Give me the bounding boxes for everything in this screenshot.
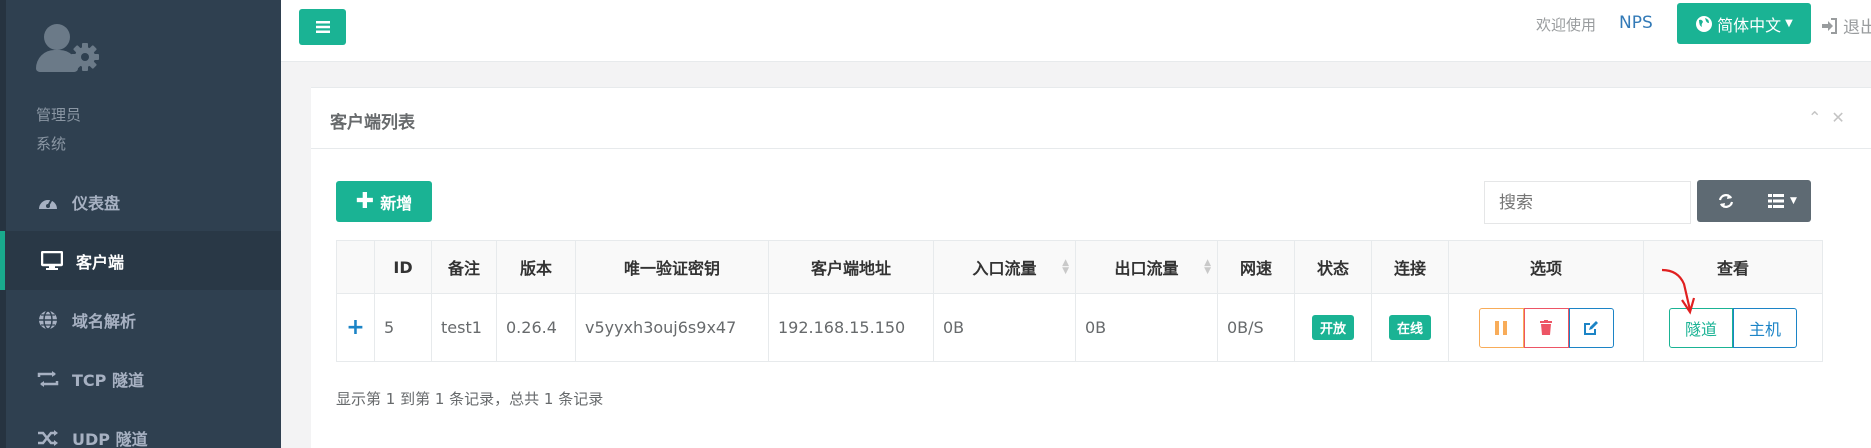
panel-tools: ⌃ ✕: [1808, 108, 1845, 127]
column-header-remark[interactable]: 备注: [431, 240, 497, 294]
trash-icon: [1540, 320, 1552, 335]
top-navbar: 欢迎使用 NPS 简体中文 ▼ 退出: [281, 0, 1871, 62]
sidebar-item-tcp[interactable]: TCP 隧道: [0, 349, 281, 408]
column-header-label: 出口流量: [1114, 259, 1179, 278]
cell-rate: 0B/S: [1217, 293, 1295, 362]
random-icon: [36, 427, 60, 448]
cell-vkey: v5yyxh3ouj6s9x47: [575, 293, 769, 362]
table-row: + 5 test1 0.26.4 v5yyxh3ouj6s9x47 192.16…: [336, 293, 1823, 362]
column-header-rate[interactable]: 网速: [1217, 240, 1295, 294]
sidebar-item-label: UDP 隧道: [72, 429, 148, 448]
refresh-button[interactable]: [1697, 180, 1754, 222]
add-client-button[interactable]: ✚ 新增: [336, 181, 432, 222]
edit-button[interactable]: [1568, 307, 1614, 348]
status-badge: 开放: [1311, 315, 1354, 340]
logout-link[interactable]: 退出: [1821, 13, 1871, 38]
column-header-status[interactable]: 状态: [1294, 240, 1372, 294]
profile[interactable]: 管理员 系统: [36, 22, 100, 154]
hamburger-icon: [315, 21, 330, 33]
language-dropdown[interactable]: 简体中文 ▼: [1677, 3, 1811, 44]
cell-options: [1448, 293, 1644, 362]
globe-icon: [36, 309, 60, 331]
client-table: ID 备注 版本 唯一验证密钥 客户端地址 入口流量 ▲ ▼ 出口流量 ▲ ▼ 网速…: [336, 240, 1823, 362]
view-host-button[interactable]: 主机: [1733, 307, 1798, 348]
column-header-inlet-flow[interactable]: 入口流量 ▲ ▼: [933, 240, 1076, 294]
desktop-icon: [40, 250, 64, 272]
column-header-label: 入口流量: [972, 259, 1037, 278]
sidebar-item-label: 客户端: [76, 252, 125, 272]
sign-in-icon: [1822, 17, 1837, 34]
column-header-options[interactable]: 选项: [1448, 240, 1644, 294]
pagination-info: 显示第 1 到第 1 条记录，总共 1 条记录: [336, 390, 604, 408]
column-header-id[interactable]: ID: [374, 240, 432, 294]
cell-export-flow: 0B: [1075, 293, 1218, 362]
sidebar-item-label: TCP 隧道: [72, 370, 144, 390]
language-label: 简体中文: [1717, 15, 1782, 35]
sidebar-item-domain[interactable]: 域名解析: [0, 290, 281, 349]
column-header-connect[interactable]: 连接: [1371, 240, 1449, 294]
cell-inlet-flow: 0B: [933, 293, 1076, 362]
cell-version: 0.26.4: [496, 293, 576, 362]
cell-remark: test1: [431, 293, 497, 362]
panel-divider: [311, 148, 1871, 149]
annotation-arrow-icon: [1661, 268, 1696, 315]
sidebar-item-udp[interactable]: UDP 隧道: [0, 408, 281, 448]
brand-link[interactable]: NPS: [1619, 13, 1653, 33]
sidebar: 管理员 系统 仪表盘 客户端 域名解析 TCP 隧道 UDP 隧道: [0, 0, 281, 448]
panel-title: 客户端列表: [330, 113, 415, 133]
connection-badge: 在线: [1388, 315, 1431, 340]
column-header-address[interactable]: 客户端地址: [768, 240, 934, 294]
sidebar-item-clients[interactable]: 客户端: [0, 231, 281, 290]
add-label: 新增: [380, 193, 413, 213]
cell-id: 5: [374, 293, 432, 362]
menu-toggle-button[interactable]: [299, 9, 346, 45]
cell-connect: 在线: [1371, 293, 1449, 362]
sort-icon: ▲ ▼: [1062, 258, 1069, 276]
dashboard-icon: [36, 191, 60, 213]
edit-icon: [1584, 320, 1598, 335]
pause-button[interactable]: [1478, 307, 1524, 348]
caret-down-icon: ▼: [1790, 196, 1797, 206]
logout-label: 退出: [1843, 18, 1871, 38]
column-header-export-flow[interactable]: 出口流量 ▲ ▼: [1075, 240, 1218, 294]
refresh-icon: [1718, 194, 1733, 208]
expand-row-icon[interactable]: +: [336, 293, 375, 362]
table-toolbar: ▼: [1697, 180, 1811, 222]
close-icon[interactable]: ✕: [1831, 108, 1844, 127]
caret-down-icon: ▼: [1785, 18, 1793, 29]
columns-dropdown-button[interactable]: ▼: [1754, 180, 1811, 222]
collapse-icon[interactable]: ⌃: [1808, 108, 1821, 127]
profile-name: 管理员: [36, 106, 82, 124]
welcome-text: 欢迎使用: [1536, 16, 1597, 34]
profile-role: 系统: [36, 135, 67, 153]
user-gear-icon: [36, 22, 100, 78]
search-input[interactable]: [1484, 181, 1691, 224]
sidebar-nav: 仪表盘 客户端 域名解析 TCP 隧道 UDP 隧道: [0, 172, 281, 448]
cell-address: 192.168.15.150: [768, 293, 934, 362]
sidebar-item-label: 仪表盘: [72, 193, 121, 213]
sidebar-item-dashboard[interactable]: 仪表盘: [0, 172, 281, 231]
sidebar-item-label: 域名解析: [72, 311, 137, 331]
cell-status: 开放: [1294, 293, 1372, 362]
client-list-panel: 客户端列表 ⌃ ✕ ✚ 新增 ▼ ID 备注 版本 唯一验证密钥 客户端地址: [311, 87, 1871, 448]
globe-icon: [1696, 15, 1713, 32]
delete-button[interactable]: [1523, 307, 1569, 348]
exchange-icon: [36, 368, 60, 390]
table-header-row: ID 备注 版本 唯一验证密钥 客户端地址 入口流量 ▲ ▼ 出口流量 ▲ ▼ 网速…: [336, 240, 1823, 294]
column-header-vkey[interactable]: 唯一验证密钥: [575, 240, 769, 294]
list-icon: [1768, 194, 1785, 208]
expand-column-header: [336, 240, 375, 294]
column-header-version[interactable]: 版本: [496, 240, 576, 294]
sort-icon: ▲ ▼: [1204, 258, 1211, 276]
pause-icon: [1495, 320, 1507, 335]
options-button-group: [1478, 307, 1614, 348]
plus-icon: ✚: [355, 188, 375, 214]
